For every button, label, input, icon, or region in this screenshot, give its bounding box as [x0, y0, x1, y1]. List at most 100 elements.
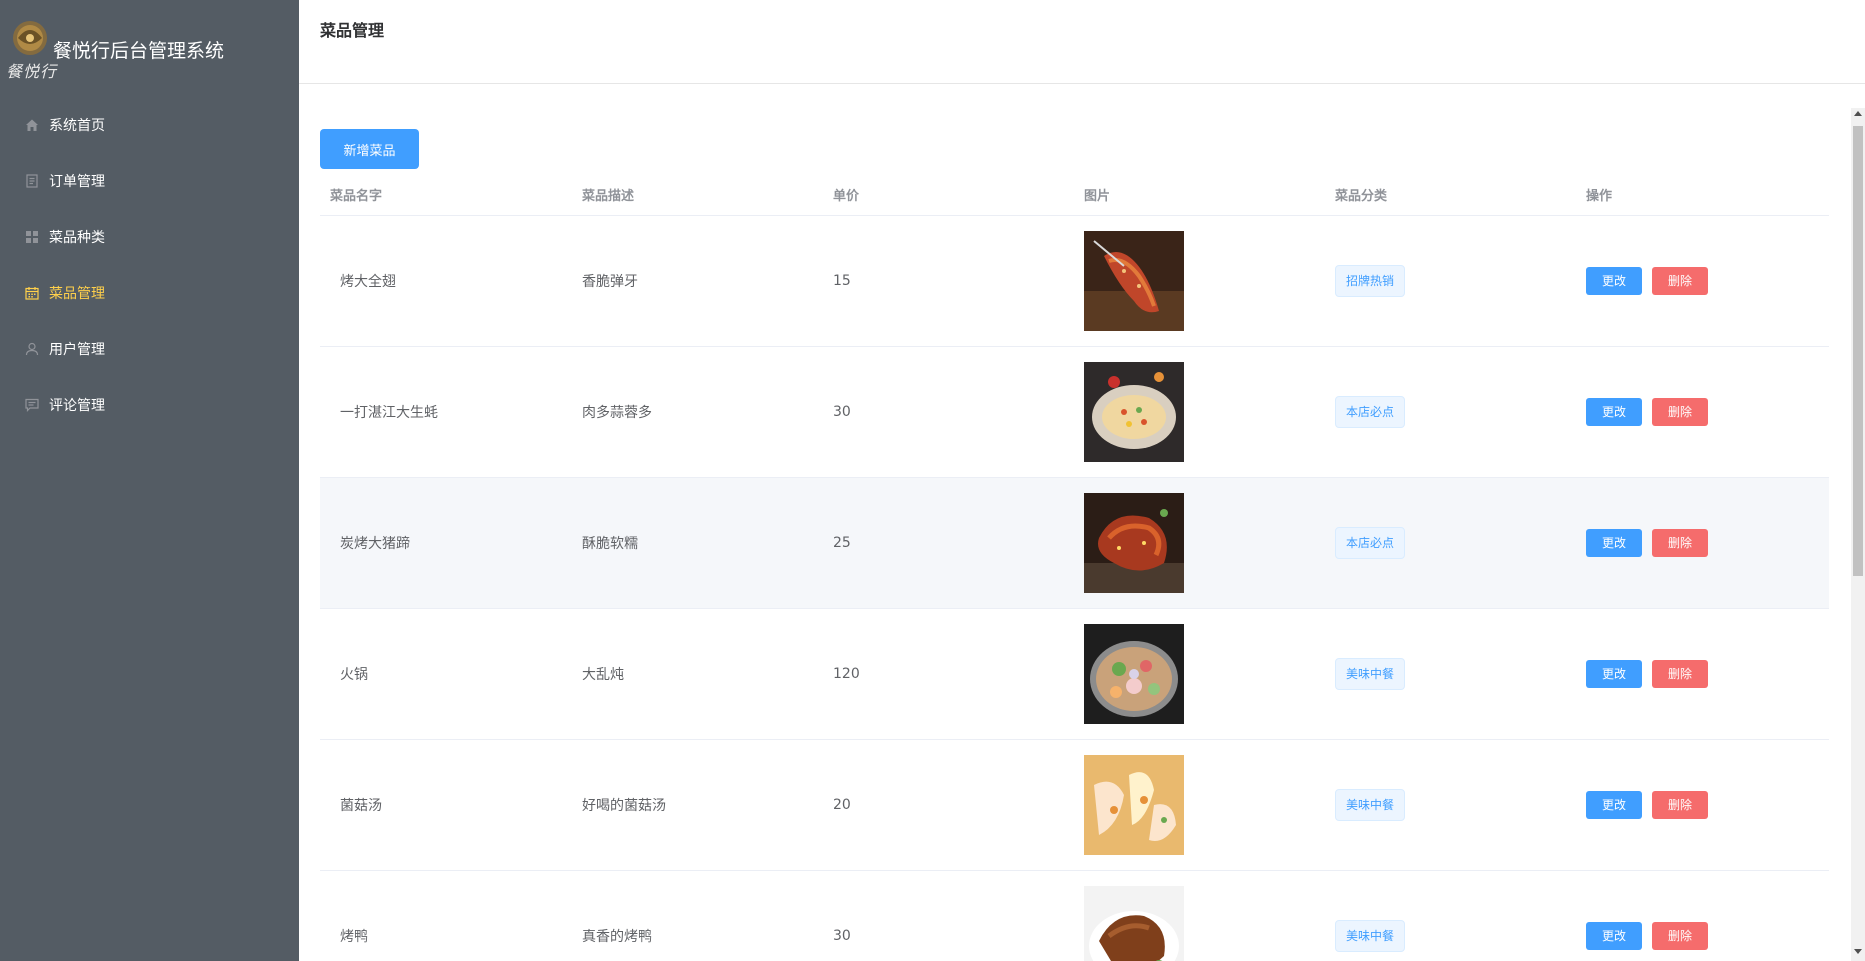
- comment-icon: [24, 397, 40, 413]
- sidebar-item-categories[interactable]: 菜品种类: [0, 209, 299, 265]
- dish-image: [1084, 362, 1184, 462]
- category-tag: 招牌热销: [1335, 265, 1406, 297]
- column-header-image: 图片: [1084, 189, 1111, 204]
- add-dish-button[interactable]: 新增菜品: [320, 129, 419, 169]
- table-row: 火锅 大乱炖 120 美味中餐 更改 删除: [320, 609, 1829, 740]
- dish-category-cell: 美味中餐: [1325, 920, 1576, 952]
- dish-name: 一打湛江大生蚝: [340, 405, 438, 421]
- dish-image: [1084, 493, 1184, 593]
- edit-button[interactable]: 更改: [1586, 922, 1642, 950]
- sidebar-item-label: 用户管理: [49, 342, 105, 358]
- dish-price: 120: [833, 666, 860, 682]
- dish-image-cell: [1074, 886, 1325, 961]
- dish-category-cell: 本店必点: [1325, 527, 1576, 559]
- table-row: 菌菇汤 好喝的菌菇汤 20 美味中餐 更改 删除: [320, 740, 1829, 871]
- sidebar-item-label: 菜品种类: [49, 230, 105, 246]
- dish-name: 菌菇汤: [340, 798, 382, 814]
- column-header-price: 单价: [833, 189, 860, 204]
- user-icon: [24, 341, 40, 357]
- column-header-category: 菜品分类: [1335, 189, 1388, 204]
- dish-name: 炭烤大猪蹄: [340, 536, 410, 552]
- edit-button[interactable]: 更改: [1586, 660, 1642, 688]
- column-header-desc: 菜品描述: [582, 189, 635, 204]
- table-row: 烤鸭 真香的烤鸭 30 美味中餐 更改 删除: [320, 871, 1829, 961]
- dish-actions: 更改 删除: [1576, 791, 1829, 819]
- main-content: 新增菜品 菜品名字 菜品描述 单价 图片 菜品分类 操作 烤大全翅 香脆弹牙 1…: [299, 85, 1865, 961]
- sidebar-item-comments[interactable]: 评论管理: [0, 377, 299, 433]
- app-title: 餐悦行后台管理系统: [53, 40, 225, 62]
- delete-button[interactable]: 删除: [1652, 660, 1708, 688]
- header: 菜品管理: [299, 0, 1865, 84]
- category-tag: 本店必点: [1335, 396, 1406, 428]
- dish-image: [1084, 755, 1184, 855]
- dish-image: [1084, 624, 1184, 724]
- delete-button[interactable]: 删除: [1652, 398, 1708, 426]
- category-tag: 美味中餐: [1335, 920, 1406, 952]
- category-tag: 本店必点: [1335, 527, 1406, 559]
- delete-button[interactable]: 删除: [1652, 922, 1708, 950]
- document-icon: [24, 173, 40, 189]
- dish-image: [1084, 886, 1184, 961]
- dish-actions: 更改 删除: [1576, 529, 1829, 557]
- dish-desc: 真香的烤鸭: [582, 929, 652, 945]
- sidebar-item-orders[interactable]: 订单管理: [0, 153, 299, 209]
- logo-area: 餐悦行 餐悦行后台管理系统: [0, 0, 299, 90]
- edit-button[interactable]: 更改: [1586, 791, 1642, 819]
- logo-script-text: 餐悦行: [6, 62, 58, 81]
- home-icon: [24, 117, 40, 133]
- dish-category-cell: 招牌热销: [1325, 265, 1576, 297]
- dish-image: [1084, 231, 1184, 331]
- sidebar-item-label: 菜品管理: [49, 286, 105, 302]
- dish-category-cell: 美味中餐: [1325, 789, 1576, 821]
- sidebar-menu: 系统首页 订单管理 菜品种类 菜品管理 用户管理 评论管理: [0, 97, 299, 433]
- table-row: 烤大全翅 香脆弹牙 15 招牌热销 更改 删除: [320, 216, 1829, 347]
- sidebar-item-label: 评论管理: [49, 398, 105, 414]
- dish-category-cell: 美味中餐: [1325, 658, 1576, 690]
- table-row: 一打湛江大生蚝 肉多蒜蓉多 30 本店必点 更改 删除: [320, 347, 1829, 478]
- sidebar-item-dishes[interactable]: 菜品管理: [0, 265, 299, 321]
- delete-button[interactable]: 删除: [1652, 529, 1708, 557]
- dish-category-cell: 本店必点: [1325, 396, 1576, 428]
- calendar-icon: [24, 285, 40, 301]
- dish-actions: 更改 删除: [1576, 660, 1829, 688]
- sidebar-item-label: 系统首页: [49, 118, 105, 134]
- edit-button[interactable]: 更改: [1586, 267, 1642, 295]
- grid-icon: [24, 229, 40, 245]
- sidebar-item-home[interactable]: 系统首页: [0, 97, 299, 153]
- category-tag: 美味中餐: [1335, 658, 1406, 690]
- dish-desc: 肉多蒜蓉多: [582, 405, 652, 421]
- column-header-actions: 操作: [1586, 189, 1613, 204]
- dish-actions: 更改 删除: [1576, 267, 1829, 295]
- dish-desc: 酥脆软糯: [582, 536, 638, 552]
- dish-image-cell: [1074, 362, 1325, 462]
- dish-price: 25: [833, 535, 851, 551]
- dish-image-cell: [1074, 755, 1325, 855]
- dish-actions: 更改 删除: [1576, 922, 1829, 950]
- dish-image-cell: [1074, 493, 1325, 593]
- dish-price: 30: [833, 404, 851, 420]
- delete-button[interactable]: 删除: [1652, 791, 1708, 819]
- dish-name: 烤大全翅: [340, 274, 396, 290]
- delete-button[interactable]: 删除: [1652, 267, 1708, 295]
- dish-price: 15: [833, 273, 851, 289]
- table-row: 炭烤大猪蹄 酥脆软糯 25 本店必点 更改 删除: [320, 478, 1829, 609]
- scroll-up-arrow-icon[interactable]: [1854, 111, 1862, 116]
- dish-desc: 香脆弹牙: [582, 274, 638, 290]
- dish-price: 30: [833, 928, 851, 944]
- dish-image-cell: [1074, 231, 1325, 331]
- sidebar-item-label: 订单管理: [49, 174, 105, 190]
- logo-mark: [13, 21, 47, 55]
- sidebar-item-users[interactable]: 用户管理: [0, 321, 299, 377]
- dish-actions: 更改 删除: [1576, 398, 1829, 426]
- table-header: 菜品名字 菜品描述 单价 图片 菜品分类 操作: [320, 174, 1829, 216]
- dish-image-cell: [1074, 624, 1325, 724]
- edit-button[interactable]: 更改: [1586, 398, 1642, 426]
- page-title: 菜品管理: [320, 21, 385, 40]
- dish-name: 火锅: [340, 667, 368, 683]
- category-tag: 美味中餐: [1335, 789, 1406, 821]
- column-header-name: 菜品名字: [330, 189, 383, 204]
- scrollbar-thumb[interactable]: [1853, 126, 1863, 576]
- dish-name: 烤鸭: [340, 929, 368, 945]
- scroll-down-arrow-icon[interactable]: [1854, 949, 1862, 954]
- edit-button[interactable]: 更改: [1586, 529, 1642, 557]
